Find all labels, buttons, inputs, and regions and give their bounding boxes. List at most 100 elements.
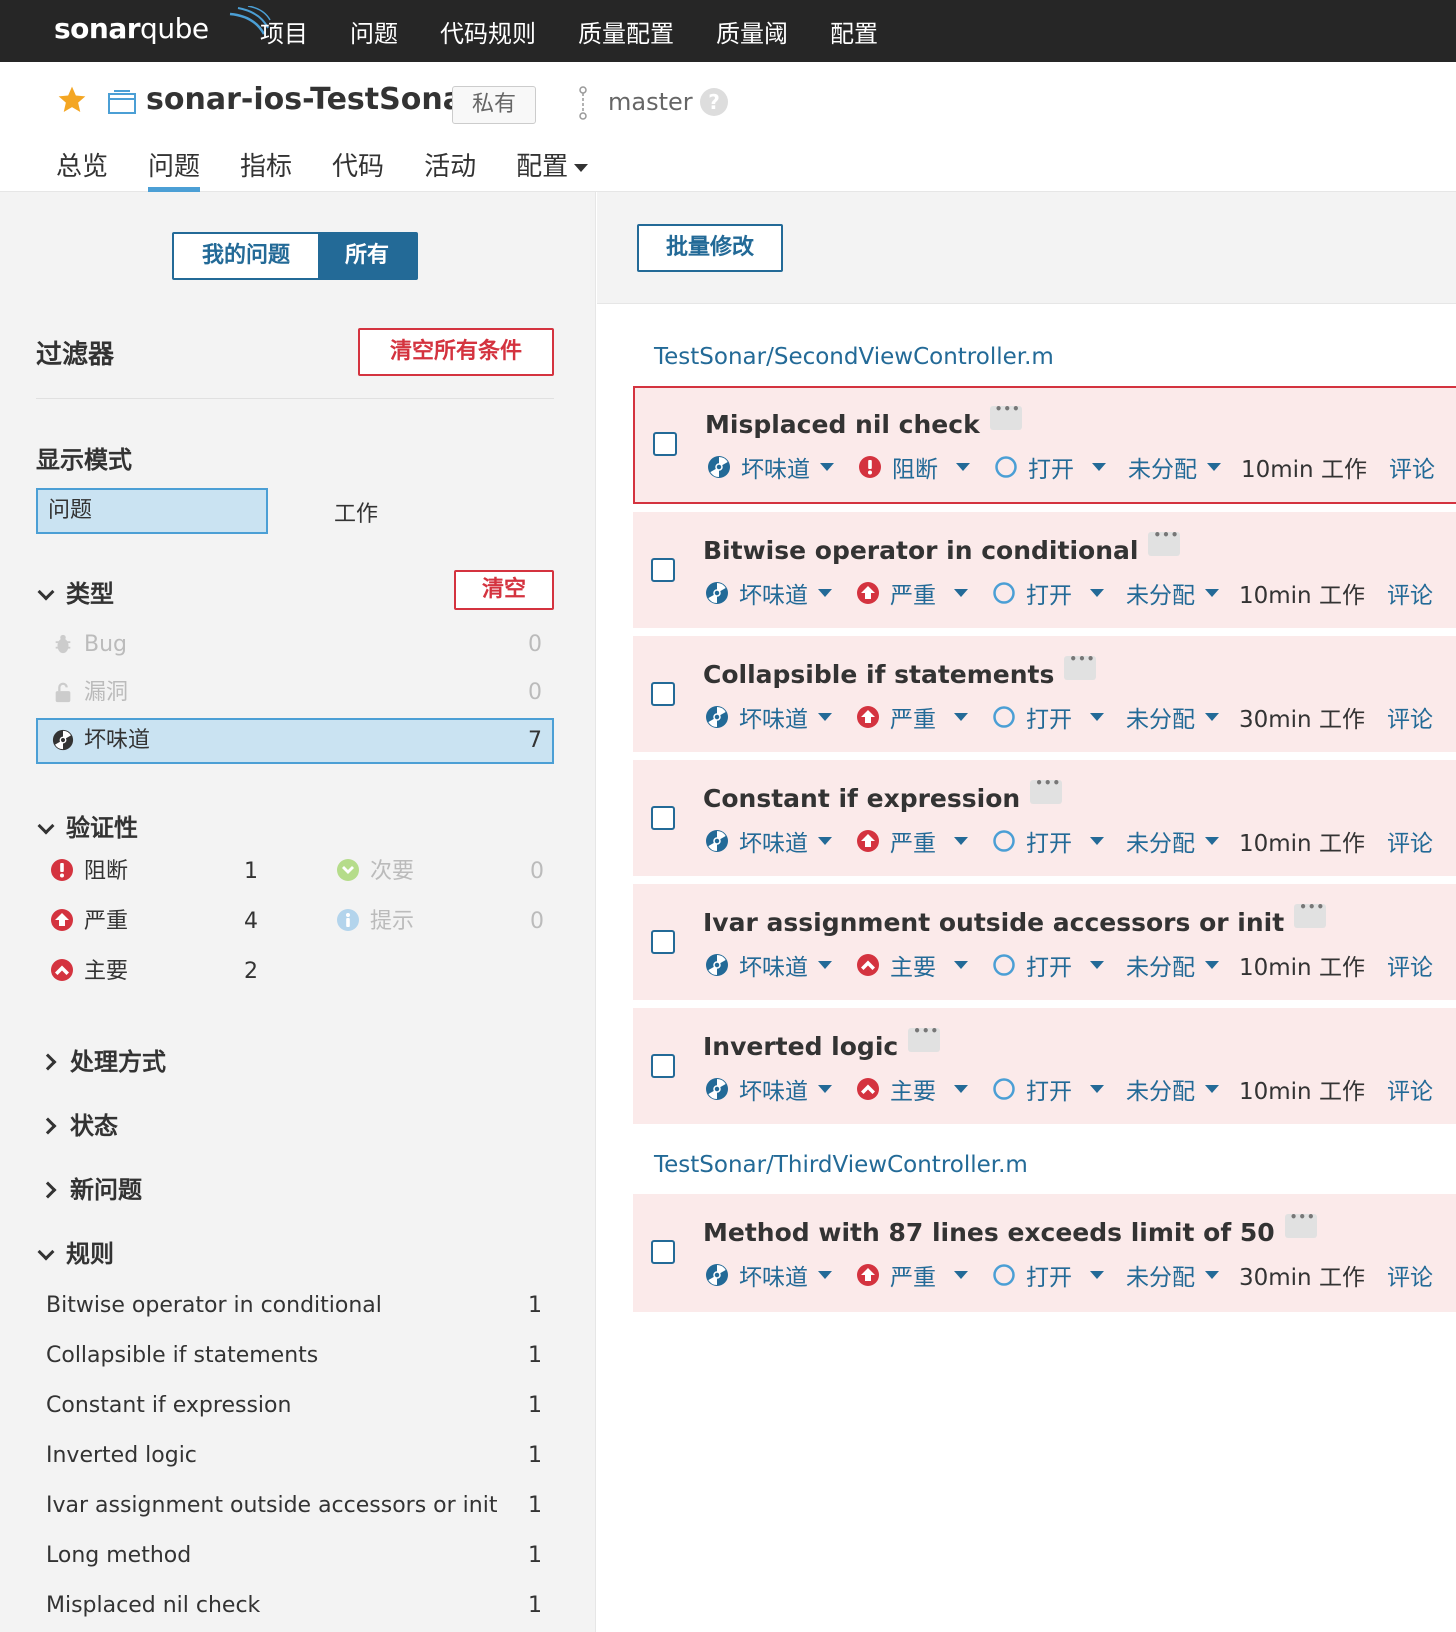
issue-severity-dropdown[interactable]: 主要	[856, 1072, 968, 1106]
nav-quality-gates[interactable]: 质量阈	[716, 14, 788, 49]
issue-card[interactable]: Collapsible if statements 坏味道 严重 打开 未分配 30min…	[633, 636, 1456, 752]
help-icon[interactable]: ?	[700, 88, 728, 116]
issue-title[interactable]: Collapsible if statements	[703, 652, 1097, 689]
more-options-icon[interactable]	[1294, 900, 1327, 928]
issue-comment-link[interactable]: 评论	[1387, 700, 1433, 734]
nav-rules[interactable]: 代码规则	[440, 14, 536, 49]
rule-item[interactable]: Bitwise operator in conditional 1	[46, 1286, 554, 1326]
display-mode-issues-option[interactable]: 问题	[36, 488, 268, 534]
nav-administration[interactable]: 配置	[830, 14, 878, 49]
branch-name[interactable]: master	[608, 88, 693, 116]
rule-item[interactable]: Collapsible if statements 1	[46, 1336, 554, 1376]
issue-card[interactable]: Ivar assignment outside accessors or ini…	[633, 884, 1456, 1000]
more-options-icon[interactable]	[989, 402, 1022, 430]
issue-checkbox[interactable]	[651, 806, 675, 830]
issue-severity-dropdown[interactable]: 严重	[856, 824, 968, 858]
severity-minor-option[interactable]: 次要	[336, 852, 414, 892]
issue-assignee-dropdown[interactable]: 未分配	[1126, 576, 1219, 610]
tab-activity[interactable]: 活动	[424, 146, 476, 192]
file-path-header[interactable]: TestSonar/ThirdViewController.m	[654, 1152, 1028, 1178]
issue-checkbox[interactable]	[651, 1240, 675, 1264]
issue-checkbox[interactable]	[651, 1054, 675, 1078]
issue-checkbox[interactable]	[651, 682, 675, 706]
rule-item[interactable]: Long method 1	[46, 1536, 554, 1576]
type-bug-row[interactable]: Bug 0	[36, 622, 554, 668]
project-name[interactable]: sonar-ios-TestSonar	[146, 82, 478, 117]
status-facet-header[interactable]: 状态	[39, 1106, 118, 1141]
issue-severity-dropdown[interactable]: 严重	[856, 700, 968, 734]
issue-status-dropdown[interactable]: 打开	[994, 450, 1106, 484]
issue-checkbox[interactable]	[651, 930, 675, 954]
nav-quality-profiles[interactable]: 质量配置	[578, 14, 674, 49]
rule-item[interactable]: Constant if expression 1	[46, 1386, 554, 1426]
type-code-smell-row[interactable]: 坏味道 7	[36, 718, 554, 764]
issue-type-dropdown[interactable]: 坏味道	[705, 1258, 832, 1292]
clear-all-filters-button[interactable]: 清空所有条件	[358, 328, 554, 376]
more-options-icon[interactable]	[1064, 652, 1097, 680]
more-options-icon[interactable]	[908, 1024, 941, 1052]
issue-title[interactable]: Misplaced nil check	[705, 402, 1022, 439]
issue-assignee-dropdown[interactable]: 未分配	[1128, 450, 1221, 484]
issue-title[interactable]: Method with 87 lines exceeds limit of 50	[703, 1210, 1317, 1247]
bulk-change-button[interactable]: 批量修改	[637, 224, 783, 272]
issue-card[interactable]: Misplaced nil check 坏味道 阻断 打开 未分配 10min 工作评论	[633, 386, 1456, 504]
issue-checkbox[interactable]	[653, 432, 677, 456]
severity-info-option[interactable]: 提示	[336, 902, 414, 942]
type-vulnerability-row[interactable]: 漏洞 0	[36, 670, 554, 716]
issue-severity-dropdown[interactable]: 阻断	[858, 450, 970, 484]
tab-code[interactable]: 代码	[332, 146, 384, 192]
issue-card[interactable]: Inverted logic 坏味道 主要 打开 未分配 10min 工作评论	[633, 1008, 1456, 1124]
issue-assignee-dropdown[interactable]: 未分配	[1126, 1258, 1219, 1292]
tab-configuration[interactable]: 配置	[516, 146, 589, 192]
more-options-icon[interactable]	[1148, 528, 1181, 556]
type-facet-header[interactable]: 类型	[36, 574, 114, 609]
issue-severity-dropdown[interactable]: 严重	[856, 576, 968, 610]
rules-facet-header[interactable]: 规则	[36, 1234, 114, 1269]
tab-issues[interactable]: 问题	[148, 146, 201, 192]
nav-issues[interactable]: 问题	[350, 14, 398, 49]
issue-assignee-dropdown[interactable]: 未分配	[1126, 824, 1219, 858]
issue-title[interactable]: Inverted logic	[703, 1024, 941, 1061]
file-path-header[interactable]: TestSonar/SecondViewController.m	[654, 344, 1054, 370]
issue-comment-link[interactable]: 评论	[1387, 824, 1433, 858]
nav-projects[interactable]: 项目	[260, 14, 308, 49]
issue-severity-dropdown[interactable]: 主要	[856, 948, 968, 982]
more-options-icon[interactable]	[1284, 1210, 1317, 1238]
issue-comment-link[interactable]: 评论	[1387, 1072, 1433, 1106]
issue-comment-link[interactable]: 评论	[1387, 1258, 1433, 1292]
issue-status-dropdown[interactable]: 打开	[992, 576, 1104, 610]
issue-status-dropdown[interactable]: 打开	[992, 824, 1104, 858]
issue-card[interactable]: Method with 87 lines exceeds limit of 50…	[633, 1194, 1456, 1312]
issue-card[interactable]: Bitwise operator in conditional 坏味道 严重 打开 未分…	[633, 512, 1456, 628]
resolution-facet-header[interactable]: 处理方式	[39, 1042, 166, 1077]
rule-item[interactable]: Ivar assignment outside accessors or ini…	[46, 1486, 554, 1526]
issue-type-dropdown[interactable]: 坏味道	[705, 948, 832, 982]
tab-measures[interactable]: 指标	[240, 146, 292, 192]
severity-major-option[interactable]: 主要	[50, 952, 128, 992]
issue-status-dropdown[interactable]: 打开	[992, 700, 1104, 734]
my-issues-button[interactable]: 我的问题	[174, 234, 318, 278]
issue-comment-link[interactable]: 评论	[1389, 450, 1435, 484]
issue-title[interactable]: Ivar assignment outside accessors or ini…	[703, 900, 1327, 937]
issue-comment-link[interactable]: 评论	[1387, 948, 1433, 982]
severity-facet-header[interactable]: 验证性	[36, 808, 138, 843]
issue-type-dropdown[interactable]: 坏味道	[705, 576, 832, 610]
tab-overview[interactable]: 总览	[56, 146, 108, 192]
issue-severity-dropdown[interactable]: 严重	[856, 1258, 968, 1292]
new-issues-facet-header[interactable]: 新问题	[39, 1170, 142, 1205]
issue-assignee-dropdown[interactable]: 未分配	[1126, 700, 1219, 734]
issue-title[interactable]: Constant if expression	[703, 776, 1063, 813]
issue-type-dropdown[interactable]: 坏味道	[705, 824, 832, 858]
sonarqube-logo[interactable]: sonarqube	[54, 6, 271, 45]
issue-status-dropdown[interactable]: 打开	[992, 1072, 1104, 1106]
favorite-star-icon[interactable]	[56, 84, 88, 116]
issue-comment-link[interactable]: 评论	[1387, 576, 1433, 610]
rule-item[interactable]: Inverted logic 1	[46, 1436, 554, 1476]
issue-status-dropdown[interactable]: 打开	[992, 1258, 1104, 1292]
issue-assignee-dropdown[interactable]: 未分配	[1126, 948, 1219, 982]
issue-card[interactable]: Constant if expression 坏味道 严重 打开 未分配 10min 工作…	[633, 760, 1456, 876]
issue-type-dropdown[interactable]: 坏味道	[705, 700, 832, 734]
issue-assignee-dropdown[interactable]: 未分配	[1126, 1072, 1219, 1106]
rule-item[interactable]: Misplaced nil check 1	[46, 1586, 554, 1626]
issue-type-dropdown[interactable]: 坏味道	[705, 1072, 832, 1106]
